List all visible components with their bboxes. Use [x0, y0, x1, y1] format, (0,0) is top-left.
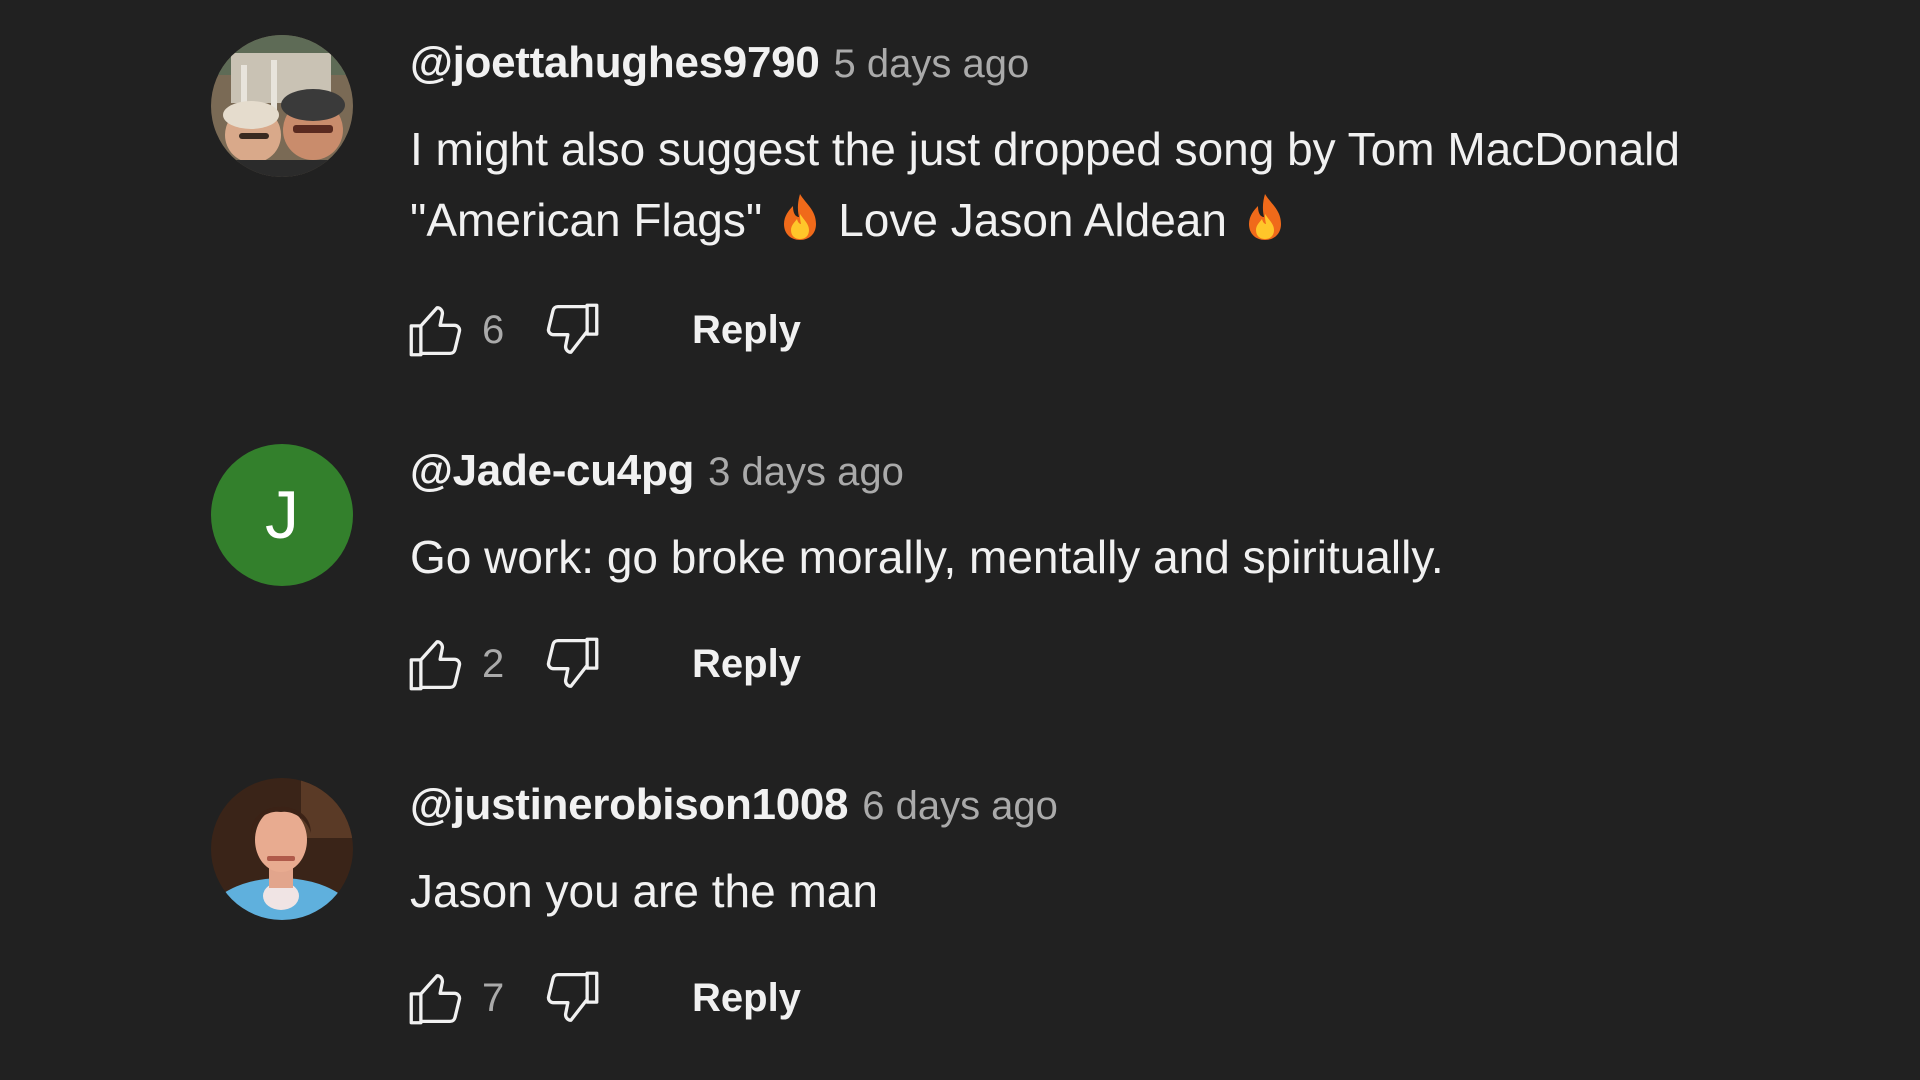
comment-author[interactable]: @Jade-cu4pg	[410, 446, 694, 496]
like-button[interactable]	[400, 962, 472, 1034]
reply-button[interactable]: Reply	[692, 308, 801, 353]
comment-actions: 6 Reply	[400, 294, 801, 366]
comment-actions: 7 Reply	[400, 962, 801, 1034]
avatar[interactable]: J	[211, 444, 353, 586]
dislike-button[interactable]	[536, 294, 608, 366]
dislike-button[interactable]	[536, 628, 608, 700]
comment-text: I might also suggest the just dropped so…	[410, 114, 1700, 262]
fire-emoji-icon	[780, 191, 820, 262]
avatar-photo	[211, 35, 353, 177]
avatar[interactable]	[211, 35, 353, 177]
comment-actions: 2 Reply	[400, 628, 801, 700]
reply-button[interactable]: Reply	[692, 976, 801, 1021]
like-count: 6	[482, 307, 505, 352]
reply-button[interactable]: Reply	[692, 642, 801, 687]
dislike-icon	[546, 637, 599, 688]
comment-author[interactable]: @justinerobison1008	[410, 780, 849, 830]
avatar-letter: J	[265, 477, 299, 553]
like-button[interactable]	[400, 628, 472, 700]
like-icon	[409, 640, 462, 691]
dislike-button[interactable]	[536, 962, 608, 1034]
comment-timestamp[interactable]: 5 days ago	[833, 42, 1029, 87]
comment-text-part: Love Jason Aldean	[838, 194, 1227, 246]
comment-timestamp[interactable]: 6 days ago	[862, 784, 1058, 829]
comment-timestamp[interactable]: 3 days ago	[708, 450, 904, 495]
like-count: 7	[482, 975, 505, 1020]
dislike-icon	[546, 303, 599, 354]
comments-section: @joettahughes9790 5 days ago I might als…	[0, 0, 1920, 1080]
like-button[interactable]	[400, 294, 472, 366]
comment-text: Jason you are the man	[410, 865, 878, 917]
like-icon	[409, 306, 462, 357]
avatar-photo	[211, 778, 353, 920]
dislike-icon	[546, 971, 599, 1022]
like-icon	[409, 974, 462, 1025]
avatar[interactable]	[211, 778, 353, 920]
fire-emoji-icon	[1245, 191, 1285, 262]
comment-author[interactable]: @joettahughes9790	[410, 38, 820, 88]
like-count: 2	[482, 641, 505, 686]
comment-text: Go work: go broke morally, mentally and …	[410, 531, 1444, 583]
